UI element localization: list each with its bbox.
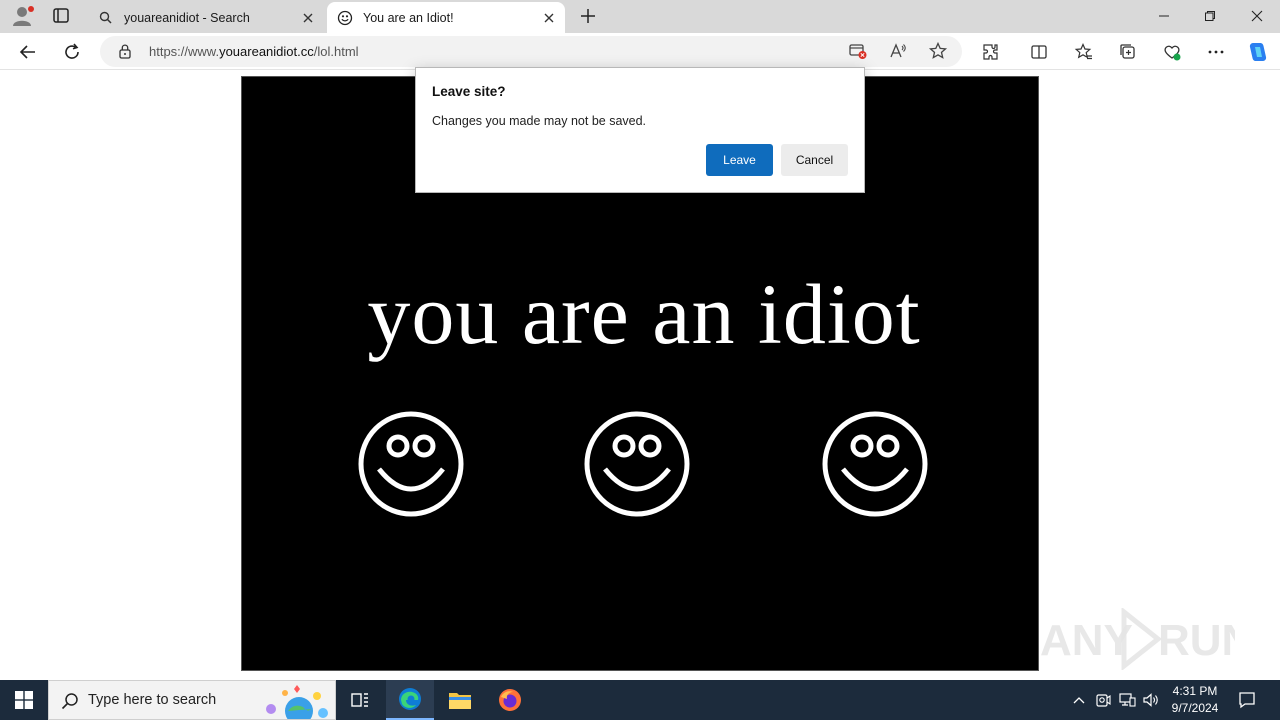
profile-avatar-icon[interactable] xyxy=(8,4,36,28)
svg-text:ANY: ANY xyxy=(1040,616,1133,665)
svg-text:RUN: RUN xyxy=(1158,616,1235,665)
cancel-button[interactable]: Cancel xyxy=(781,144,848,176)
dialog-message: Changes you made may not be saved. xyxy=(432,114,647,128)
dialog-title: Leave site? xyxy=(432,84,506,99)
lock-icon[interactable] xyxy=(118,43,132,64)
notification-center-icon[interactable] xyxy=(1234,688,1260,712)
taskbar-search-box[interactable]: Type here to search xyxy=(48,680,336,720)
clock-time: 4:31 PM xyxy=(1172,684,1218,698)
file-explorer-icon[interactable] xyxy=(436,680,484,720)
anyrun-watermark: ANY RUN xyxy=(1040,608,1235,670)
split-screen-icon[interactable] xyxy=(1026,39,1052,65)
leave-site-dialog: Leave site? Changes you made may not be … xyxy=(415,67,865,193)
url-host: youareanidiot.cc xyxy=(219,44,314,59)
firefox-icon[interactable] xyxy=(486,680,534,720)
copilot-icon[interactable] xyxy=(1244,39,1270,65)
minimize-icon[interactable] xyxy=(1141,0,1187,32)
meet-now-icon[interactable] xyxy=(1092,690,1114,710)
network-icon[interactable] xyxy=(1116,690,1138,710)
url-prefix: https://www. xyxy=(149,44,220,59)
new-tab-icon[interactable] xyxy=(578,6,598,26)
search-highlight-icon xyxy=(266,685,328,719)
refresh-icon[interactable] xyxy=(59,39,85,65)
browser-essentials-icon[interactable] xyxy=(1159,39,1185,65)
back-arrow-icon[interactable] xyxy=(15,39,41,65)
search-placeholder: Type here to search xyxy=(88,692,217,708)
edge-browser-icon[interactable] xyxy=(386,680,434,720)
smiley-face-icon xyxy=(822,411,928,517)
taskbar: Type here to search 4:31 PM 9/7/2024 xyxy=(0,680,1280,720)
close-tab-icon[interactable] xyxy=(300,10,316,26)
search-icon xyxy=(61,692,79,715)
close-tab-icon[interactable] xyxy=(541,10,557,26)
clock-date: 9/7/2024 xyxy=(1171,701,1219,715)
smiley-icon xyxy=(337,10,353,26)
restore-icon[interactable] xyxy=(1187,0,1233,32)
chevron-up-icon[interactable] xyxy=(1068,690,1090,710)
tab-actions-icon[interactable] xyxy=(48,4,74,28)
url-text[interactable]: https://www.youareanidiot.cc/lol.html xyxy=(149,44,359,59)
favorite-star-icon[interactable] xyxy=(928,41,948,61)
address-bar[interactable]: https://www.youareanidiot.cc/lol.html xyxy=(100,36,962,67)
read-aloud-icon[interactable] xyxy=(888,41,908,61)
more-options-icon[interactable] xyxy=(1203,39,1229,65)
tab-search[interactable]: youareanidiot - Search xyxy=(88,2,324,33)
system-clock[interactable]: 4:31 PM 9/7/2024 xyxy=(1160,683,1230,717)
collections-icon[interactable] xyxy=(1115,39,1141,65)
smiley-face-icon xyxy=(358,411,464,517)
windows-start-icon[interactable] xyxy=(0,680,48,720)
tab-idiot[interactable]: You are an Idiot! xyxy=(327,2,565,33)
url-path: /lol.html xyxy=(313,44,359,59)
search-icon xyxy=(98,10,114,26)
extensions-icon[interactable] xyxy=(978,39,1004,65)
popup-blocked-icon[interactable] xyxy=(848,41,868,61)
volume-icon[interactable] xyxy=(1140,690,1162,710)
leave-button[interactable]: Leave xyxy=(706,144,773,176)
tab-title: youareanidiot - Search xyxy=(124,10,250,25)
browser-toolbar: https://www.youareanidiot.cc/lol.html xyxy=(0,33,1280,70)
smiley-face-icon xyxy=(584,411,690,517)
task-view-icon[interactable] xyxy=(336,680,384,720)
favorites-icon[interactable] xyxy=(1071,39,1097,65)
tab-title: You are an Idiot! xyxy=(363,10,454,25)
close-window-icon[interactable] xyxy=(1234,0,1280,32)
tab-strip: youareanidiot - Search You are an Idiot! xyxy=(0,0,1280,33)
page-headline: you are an idiot xyxy=(367,266,921,362)
